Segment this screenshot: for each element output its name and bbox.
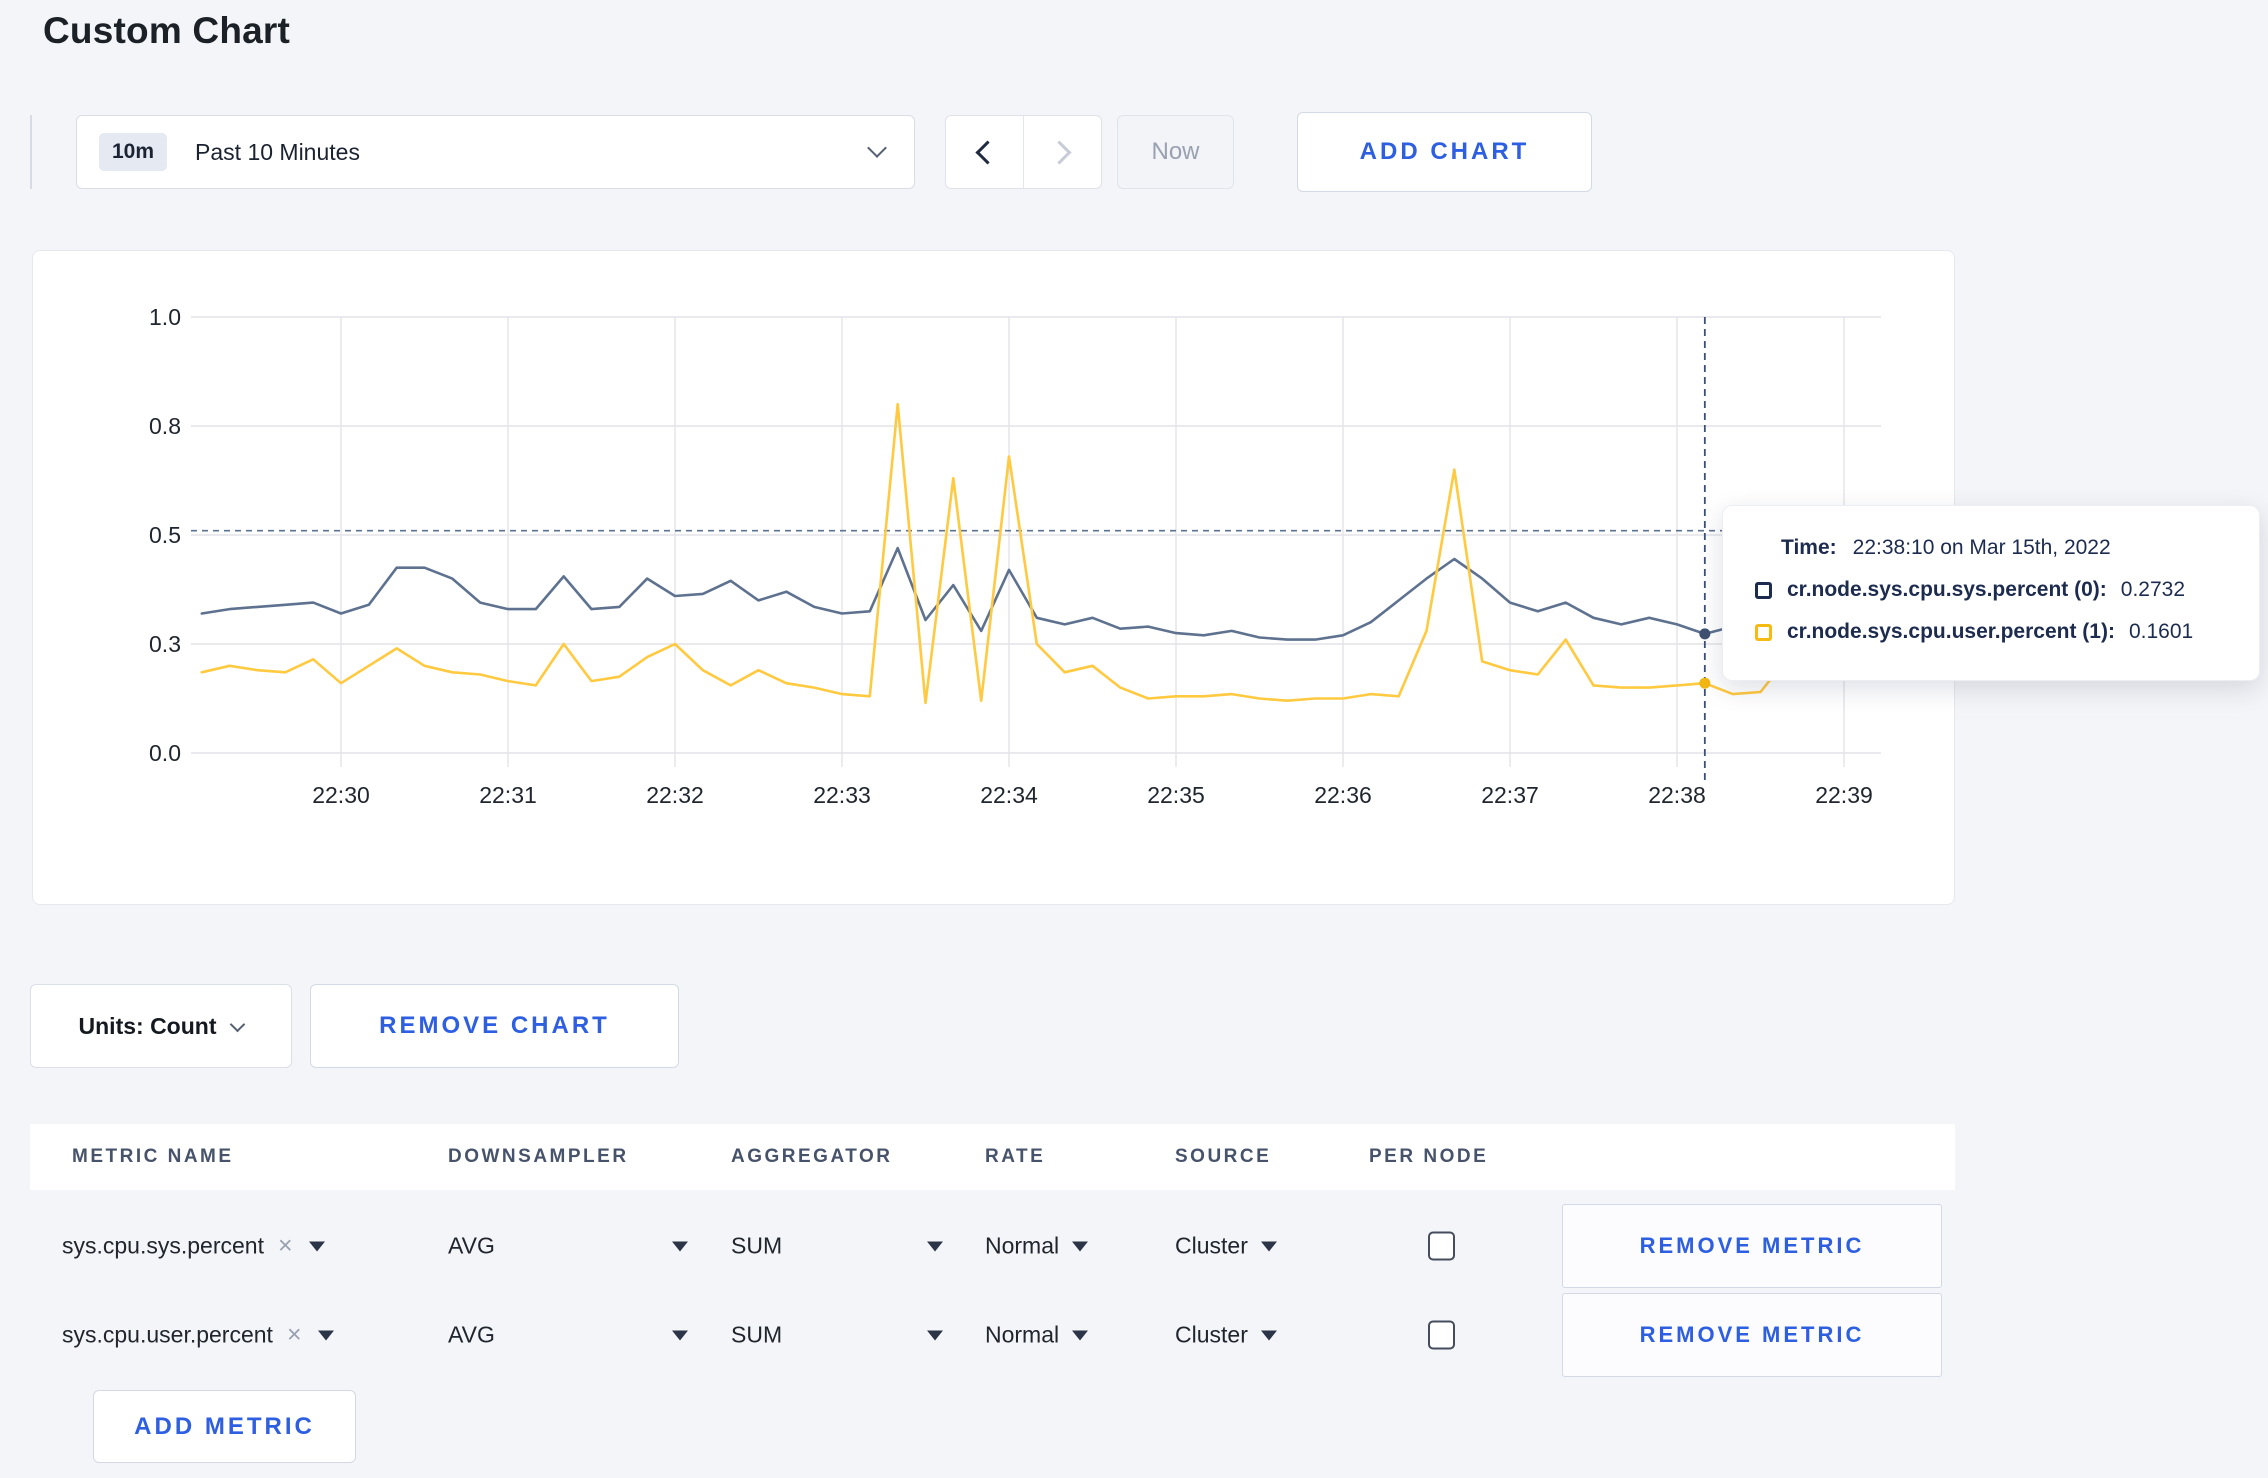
- tooltip-time-value: 22:38:10 on Mar 15th, 2022: [1852, 536, 2111, 559]
- custom-chart-page: Custom Chart 10m Past 10 Minutes Now ADD…: [0, 0, 2268, 1478]
- add-chart-button[interactable]: ADD CHART: [1297, 112, 1592, 192]
- metric-name-select[interactable]: sys.cpu.sys.percent ×: [62, 1232, 325, 1261]
- time-nav-group: [945, 115, 1102, 189]
- dropdown-caret-icon: [1072, 1330, 1089, 1340]
- series-swatch-icon: [1755, 581, 1772, 599]
- toolbar-divider: [30, 115, 32, 189]
- time-next-button[interactable]: [1023, 116, 1101, 188]
- downsampler-select[interactable]: AVG: [448, 1322, 688, 1349]
- chart-card: 0.0 0.3 0.5 0.8 1.0 22:30 22:31 22:32 22:33 22:34…: [32, 250, 1955, 905]
- svg-text:22:38: 22:38: [1648, 782, 1706, 808]
- svg-text:22:32: 22:32: [646, 782, 704, 808]
- clear-metric-icon[interactable]: ×: [287, 1321, 302, 1350]
- rate-select[interactable]: Normal: [985, 1232, 1089, 1260]
- svg-text:0.0: 0.0: [149, 740, 181, 766]
- rate-value: Normal: [985, 1232, 1060, 1259]
- aggregator-value: SUM: [731, 1321, 783, 1348]
- page-title: Custom Chart: [43, 10, 291, 51]
- now-button[interactable]: Now: [1117, 115, 1234, 189]
- metrics-table-header: METRIC NAME DOWNSAMPLER AGGREGATOR RATE …: [30, 1124, 1955, 1190]
- tooltip-series-value: 0.2732: [2120, 578, 2186, 601]
- remove-metric-button[interactable]: REMOVE METRIC: [1562, 1204, 1942, 1288]
- aggregator-select[interactable]: SUM: [731, 1322, 943, 1349]
- rate-value: Normal: [985, 1321, 1060, 1348]
- dropdown-caret-icon: [1260, 1330, 1277, 1340]
- chart-tooltip: Time: 22:38:10 on Mar 15th, 2022 cr.node.…: [1722, 505, 2260, 681]
- svg-text:22:37: 22:37: [1481, 782, 1539, 808]
- svg-text:22:35: 22:35: [1147, 782, 1205, 808]
- dropdown-caret-icon: [1260, 1241, 1277, 1251]
- chart-plot[interactable]: 0.0 0.3 0.5 0.8 1.0 22:30 22:31 22:32 22:33 22:34…: [33, 251, 1956, 906]
- downsampler-select[interactable]: AVG: [448, 1233, 688, 1260]
- chevron-left-icon: [975, 139, 1000, 165]
- svg-text:22:34: 22:34: [980, 782, 1038, 808]
- per-node-checkbox[interactable]: [1428, 1231, 1455, 1261]
- tooltip-series-label: cr.node.sys.cpu.sys.percent (0):: [1787, 578, 2107, 601]
- header-source: SOURCE: [1175, 1146, 1272, 1167]
- metric-name-select[interactable]: sys.cpu.user.percent ×: [62, 1321, 334, 1350]
- dropdown-caret-icon: [672, 1330, 688, 1340]
- aggregator-value: SUM: [731, 1232, 783, 1259]
- table-row: sys.cpu.sys.percent × AVG SUM Normal Clu…: [30, 1203, 1955, 1289]
- source-value: Cluster: [1175, 1321, 1248, 1348]
- time-window-label: Past 10 Minutes: [195, 138, 360, 165]
- tooltip-time-row: Time: 22:38:10 on Mar 15th, 2022: [1781, 536, 2259, 560]
- source-select[interactable]: Cluster: [1175, 1322, 1277, 1349]
- time-window-dropdown[interactable]: 10m Past 10 Minutes: [76, 115, 915, 189]
- header-metric-name: METRIC NAME: [72, 1146, 234, 1167]
- add-metric-button[interactable]: ADD METRIC: [93, 1390, 356, 1463]
- dropdown-caret-icon: [927, 1330, 943, 1340]
- series-swatch-icon: [1755, 623, 1772, 641]
- header-downsampler: DOWNSAMPLER: [448, 1146, 629, 1167]
- tooltip-series-label: cr.node.sys.cpu.user.percent (1):: [1787, 620, 2115, 643]
- header-aggregator: AGGREGATOR: [731, 1146, 893, 1167]
- chevron-right-icon: [1047, 139, 1072, 165]
- downsampler-value: AVG: [448, 1321, 495, 1348]
- header-per-node: PER NODE: [1369, 1146, 1489, 1167]
- tooltip-series-value: 0.1601: [2128, 620, 2194, 643]
- dropdown-caret-icon: [672, 1241, 688, 1251]
- units-label: Units: Count: [78, 1012, 217, 1039]
- dropdown-caret-icon: [308, 1241, 325, 1251]
- time-prev-button[interactable]: [946, 116, 1023, 188]
- metric-name-value: sys.cpu.user.percent: [62, 1321, 273, 1348]
- chevron-down-icon: [867, 138, 887, 158]
- svg-text:0.3: 0.3: [149, 631, 181, 657]
- source-value: Cluster: [1175, 1232, 1248, 1259]
- svg-text:22:31: 22:31: [479, 782, 537, 808]
- table-row: sys.cpu.user.percent × AVG SUM Normal Cl…: [30, 1292, 1955, 1378]
- metric-name-value: sys.cpu.sys.percent: [62, 1232, 264, 1259]
- header-rate: RATE: [985, 1146, 1046, 1167]
- svg-text:22:33: 22:33: [813, 782, 871, 808]
- downsampler-value: AVG: [448, 1232, 495, 1259]
- time-window-badge: 10m: [99, 133, 168, 171]
- svg-text:0.5: 0.5: [149, 522, 181, 548]
- svg-text:1.0: 1.0: [149, 304, 181, 330]
- tooltip-time-label: Time:: [1781, 536, 1837, 559]
- units-dropdown[interactable]: Units: Count: [30, 984, 292, 1068]
- per-node-checkbox[interactable]: [1428, 1320, 1455, 1350]
- svg-text:22:30: 22:30: [312, 782, 370, 808]
- svg-text:22:36: 22:36: [1314, 782, 1372, 808]
- dropdown-caret-icon: [1072, 1241, 1089, 1251]
- clear-metric-icon[interactable]: ×: [278, 1232, 293, 1261]
- chevron-down-icon: [230, 1016, 246, 1032]
- source-select[interactable]: Cluster: [1175, 1233, 1277, 1260]
- rate-select[interactable]: Normal: [985, 1321, 1089, 1349]
- tooltip-series-row: cr.node.sys.cpu.sys.percent (0): 0.2732: [1755, 578, 2259, 602]
- tooltip-series-row: cr.node.sys.cpu.user.percent (1): 0.1601: [1755, 620, 2259, 644]
- remove-metric-button[interactable]: REMOVE METRIC: [1562, 1293, 1942, 1377]
- svg-text:22:39: 22:39: [1815, 782, 1873, 808]
- remove-chart-button[interactable]: REMOVE CHART: [310, 984, 679, 1068]
- dropdown-caret-icon: [927, 1241, 943, 1251]
- dropdown-caret-icon: [317, 1330, 334, 1340]
- aggregator-select[interactable]: SUM: [731, 1233, 943, 1260]
- svg-text:0.8: 0.8: [149, 413, 181, 439]
